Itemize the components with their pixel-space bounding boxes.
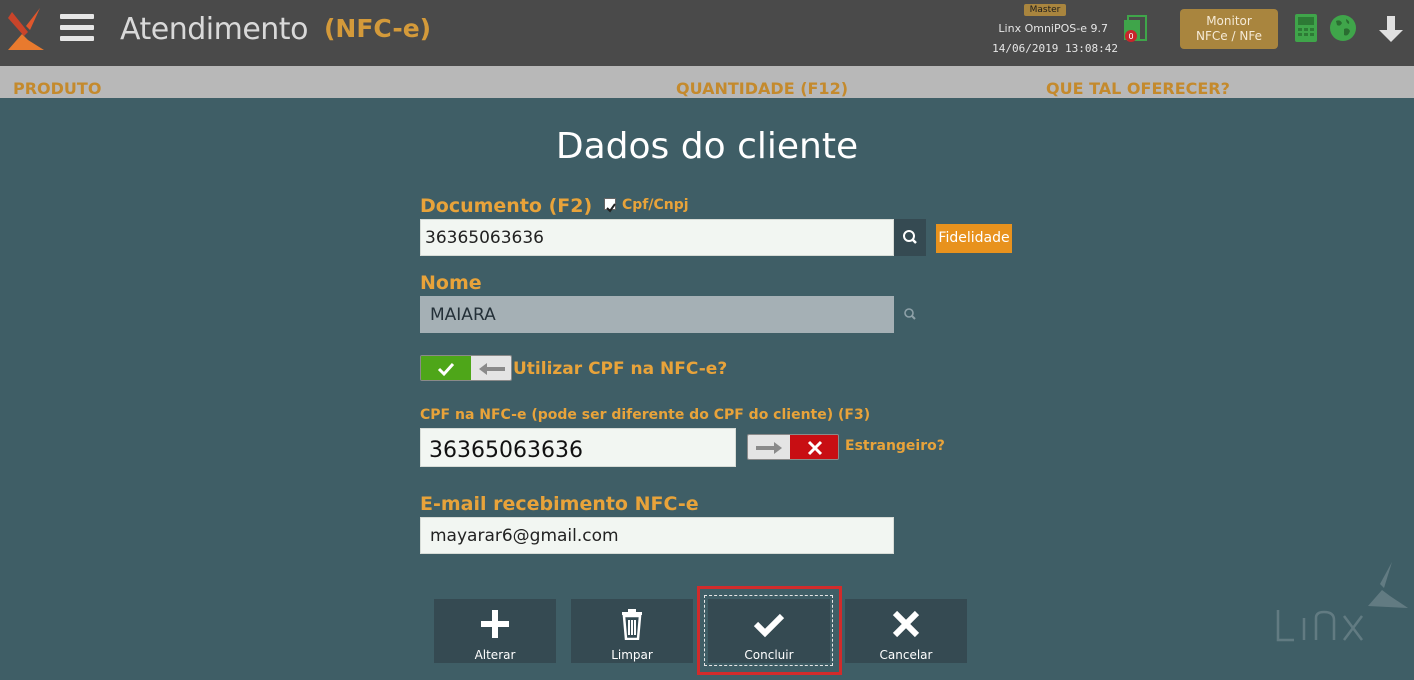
arrow-left-icon <box>479 363 505 375</box>
search-icon <box>904 308 916 320</box>
limpar-button[interactable]: Limpar <box>571 599 693 663</box>
column-quantidade: QUANTIDADE (F12) <box>676 79 849 98</box>
search-icon <box>903 230 917 244</box>
toggle-on-part <box>421 356 471 380</box>
app-logo-icon[interactable] <box>4 6 48 52</box>
arrow-right-icon <box>756 442 782 454</box>
top-bar: Atendimento (NFC-e) Master Linx OmniPOS-… <box>0 0 1414 66</box>
nome-label: Nome <box>420 272 482 294</box>
cancelar-button[interactable]: Cancelar <box>845 599 967 663</box>
estrangeiro-toggle[interactable] <box>747 434 839 460</box>
utilizar-cpf-label: Utilizar CPF na NFC-e? <box>513 359 728 379</box>
pos-terminal-icon[interactable] <box>1294 13 1318 43</box>
email-label: E-mail recebimento NFC-e <box>420 493 699 515</box>
cancelar-label: Cancelar <box>879 648 933 662</box>
limpar-label: Limpar <box>611 648 653 662</box>
x-icon <box>807 440 823 456</box>
column-header-bar: PRODUTO QUANTIDADE (F12) QUE TAL OFERECE… <box>0 66 1414 98</box>
alterar-label: Alterar <box>474 648 516 662</box>
fidelidade-button[interactable]: Fidelidade <box>936 224 1012 253</box>
utilizar-cpf-toggle[interactable] <box>420 355 512 381</box>
app-subtitle: (NFC-e) <box>324 14 432 43</box>
doc-badge-count: 0 <box>1128 32 1133 41</box>
estrangeiro-label: Estrangeiro? <box>845 438 945 454</box>
version-label: Linx OmniPOS-e 9.7 <box>998 22 1108 35</box>
column-produto: PRODUTO <box>13 79 102 98</box>
concluir-focus-highlight <box>697 586 842 675</box>
cpf-nfce-input[interactable]: 36365063636 <box>420 428 736 467</box>
linx-watermark-logo <box>1276 562 1408 642</box>
hamburger-menu-icon[interactable] <box>60 14 94 42</box>
cpf-cnpj-label: Cpf/Cnpj <box>622 197 689 213</box>
dialog-title: Dados do cliente <box>555 126 859 167</box>
nome-input: MAIARA <box>420 296 894 333</box>
datetime-label: 14/06/2019 13:08:42 <box>992 42 1118 55</box>
nome-search-button <box>894 296 926 333</box>
monitor-nfce-button[interactable]: Monitor NFCe / NFe <box>1180 9 1278 49</box>
app-title: Atendimento <box>120 12 308 47</box>
toggle-disabled-part <box>790 435 838 459</box>
document-alert-icon[interactable]: 0 <box>1122 14 1150 44</box>
toggle-off-part <box>471 356 511 380</box>
documento-search-button[interactable] <box>894 219 926 256</box>
documento-input[interactable]: 36365063636 <box>420 219 894 256</box>
close-icon <box>892 610 920 638</box>
monitor-button-line2: NFCe / NFe <box>1196 29 1262 43</box>
globe-icon[interactable] <box>1328 13 1358 43</box>
trash-icon <box>622 609 642 640</box>
checkmark-icon <box>606 203 616 213</box>
cpf-nfce-label: CPF na NFC-e (pode ser diferente do CPF … <box>420 407 871 423</box>
email-input[interactable]: mayarar6@gmail.com <box>420 517 894 554</box>
documento-label: Documento (F2) <box>420 195 593 217</box>
alterar-button[interactable]: Alterar <box>434 599 556 663</box>
master-badge: Master <box>1024 4 1066 16</box>
plus-icon <box>481 610 509 638</box>
cpf-cnpj-checkbox[interactable] <box>604 198 616 213</box>
toggle-off-part <box>748 435 790 459</box>
monitor-button-line1: Monitor <box>1206 14 1252 28</box>
download-arrow-icon[interactable] <box>1374 12 1408 46</box>
check-icon <box>437 362 455 377</box>
column-oferecer: QUE TAL OFERECER? <box>1046 79 1230 98</box>
